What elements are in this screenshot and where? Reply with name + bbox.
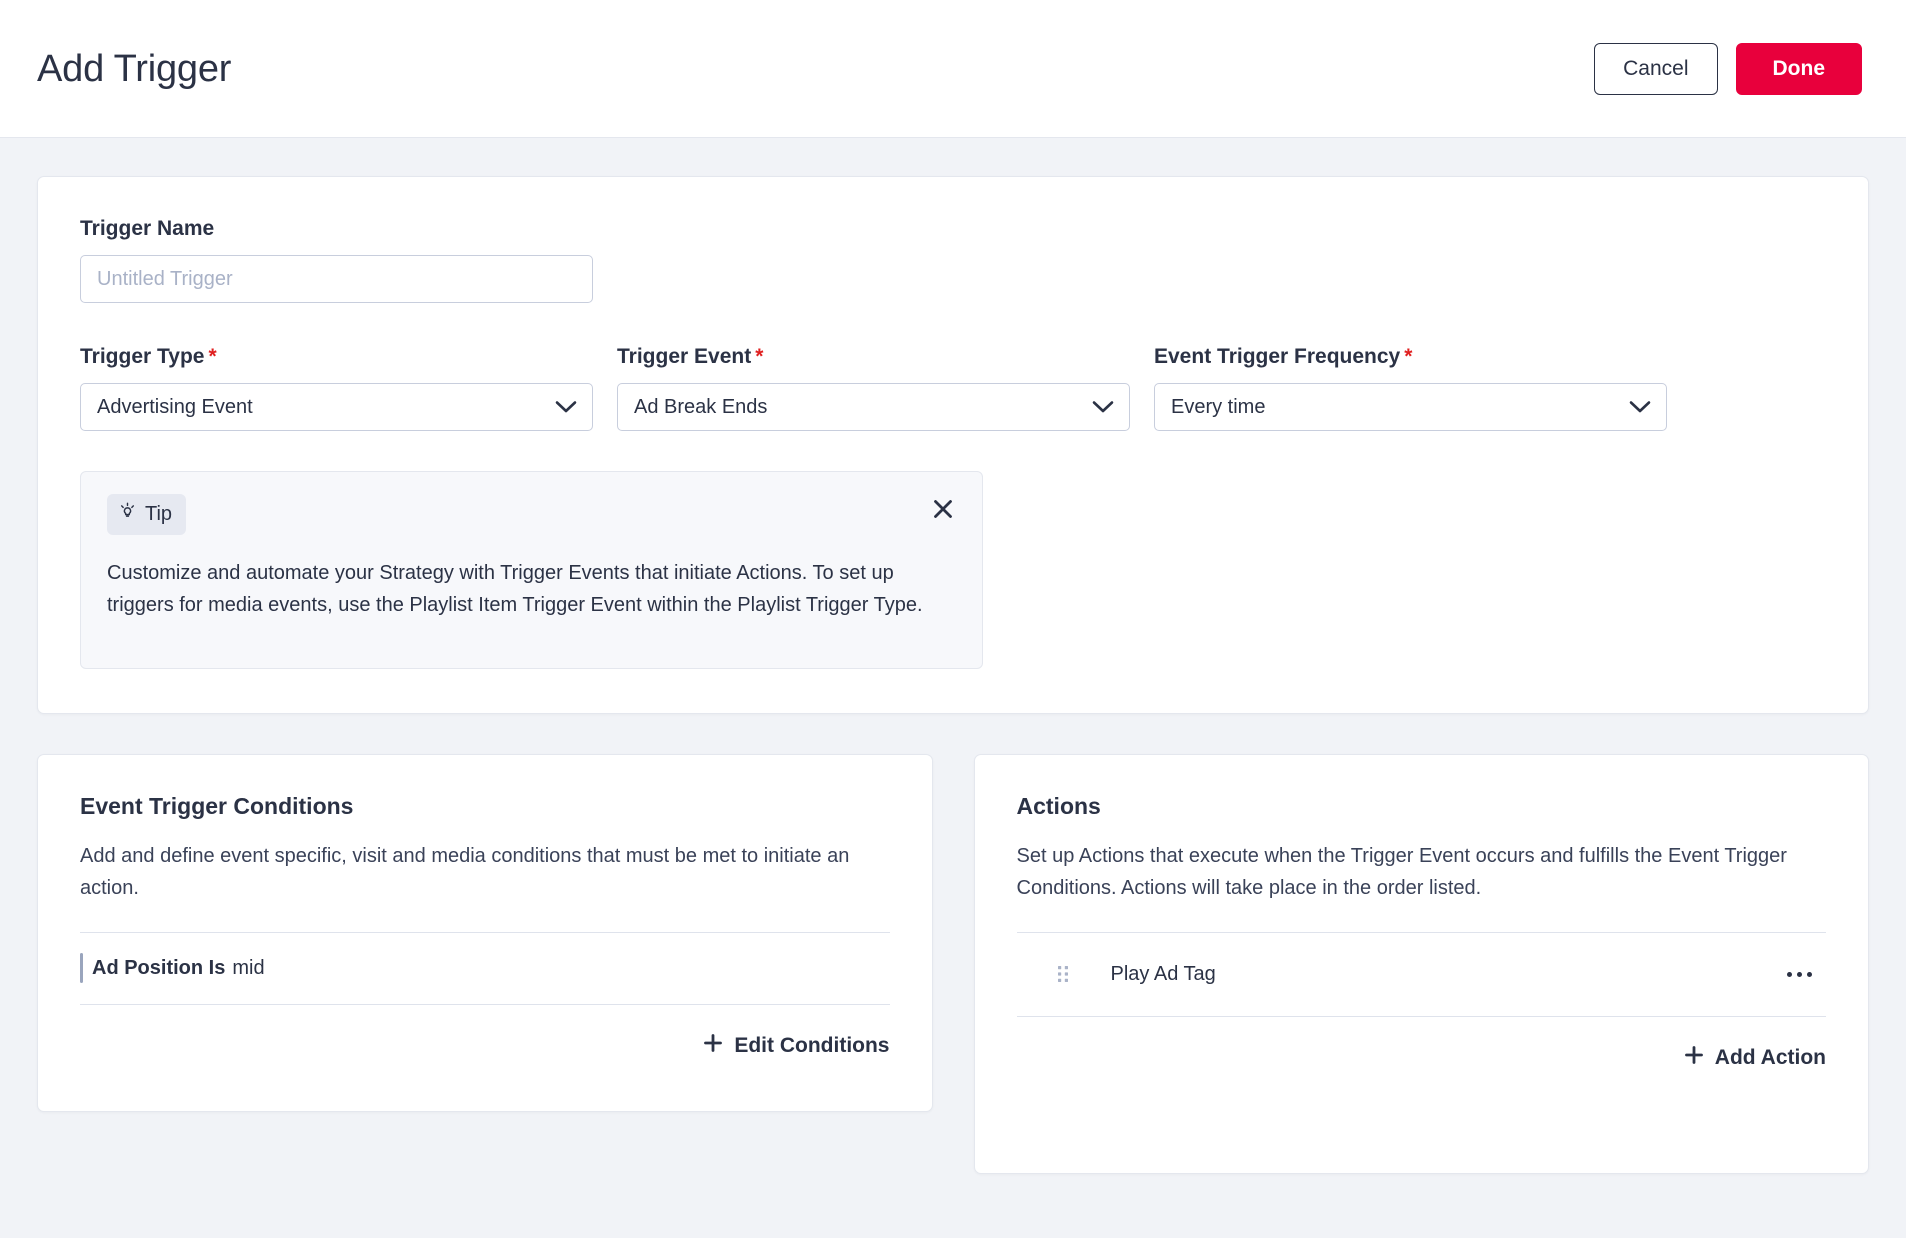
done-button[interactable]: Done	[1735, 42, 1862, 95]
ellipsis-icon[interactable]	[1779, 964, 1820, 985]
trigger-type-value: Advertising Event	[97, 395, 253, 418]
event-trigger-frequency-field: Event Trigger Frequency * Every time	[1154, 345, 1667, 431]
trigger-event-field: Trigger Event * Ad Break Ends	[617, 345, 1130, 431]
condition-key: Ad Position Is	[92, 956, 226, 979]
add-action-button[interactable]: Add Action	[1684, 1045, 1826, 1071]
event-trigger-conditions-card: Event Trigger Conditions Add and define …	[37, 753, 933, 1112]
plus-icon	[703, 1033, 723, 1059]
conditions-inner: Event Trigger Conditions Add and define …	[38, 755, 932, 1005]
add-action-label: Add Action	[1714, 1045, 1826, 1069]
event-trigger-frequency-label-text: Event Trigger Frequency	[1154, 345, 1401, 368]
conditions-footer: Edit Conditions	[38, 1005, 932, 1059]
edit-conditions-label: Edit Conditions	[734, 1033, 890, 1057]
required-asterisk: *	[755, 345, 764, 368]
actions-description: Set up Actions that execute when the Tri…	[1016, 844, 1787, 899]
action-label: Play Ad Tag	[1110, 962, 1216, 985]
lower-panels: Event Trigger Conditions Add and define …	[37, 753, 1869, 1174]
actions-card: Actions Set up Actions that execute when…	[973, 753, 1869, 1174]
trigger-event-label: Trigger Event *	[617, 345, 1130, 369]
tip-badge-label: Tip	[145, 503, 173, 525]
trigger-type-label-text: Trigger Type	[80, 345, 205, 368]
trigger-event-label-text: Trigger Event	[617, 345, 752, 368]
event-trigger-frequency-value: Every time	[1171, 395, 1266, 418]
event-trigger-frequency-select-wrap: Every time	[1154, 383, 1667, 431]
required-asterisk: *	[1404, 345, 1413, 368]
trigger-type-select[interactable]: Advertising Event	[80, 383, 593, 431]
close-icon[interactable]	[928, 494, 958, 524]
condition-row[interactable]: Ad Position Is mid	[80, 933, 890, 1005]
trigger-type-select-wrap: Advertising Event	[80, 383, 593, 431]
trigger-event-select[interactable]: Ad Break Ends	[617, 383, 1130, 431]
trigger-config-row: Trigger Type * Advertising Event Trigger …	[80, 345, 1826, 431]
actions-footer: Add Action	[975, 1017, 1869, 1071]
trigger-name-label: Trigger Name	[80, 217, 215, 240]
action-list-item[interactable]: Play Ad Tag	[1016, 933, 1826, 1017]
app-header: Add Trigger Cancel Done	[0, 0, 1906, 138]
header-actions: Cancel Done	[1594, 42, 1862, 95]
tip-text: Customize and automate your Strategy wit…	[107, 562, 923, 617]
condition-accent-bar	[80, 953, 83, 984]
actions-inner: Actions Set up Actions that execute when…	[975, 755, 1869, 1017]
required-asterisk: *	[208, 345, 217, 368]
trigger-details-card: Trigger Name Trigger Type* Advertising E…	[37, 176, 1869, 714]
trigger-type-label: Trigger Type *	[80, 345, 593, 369]
drag-handle-icon[interactable]	[1051, 964, 1075, 984]
conditions-title: Event Trigger Conditions	[80, 792, 354, 819]
cancel-button[interactable]: Cancel	[1594, 42, 1718, 95]
tip-badge: Tip	[107, 494, 187, 535]
event-trigger-frequency-label: Event Trigger Frequency *	[1154, 345, 1667, 369]
trigger-name-input[interactable]	[80, 255, 593, 303]
event-trigger-frequency-select[interactable]: Every time	[1154, 383, 1667, 431]
edit-conditions-button[interactable]: Edit Conditions	[703, 1033, 890, 1059]
trigger-event-select-wrap: Ad Break Ends	[617, 383, 1130, 431]
lightbulb-icon	[118, 502, 137, 527]
conditions-description: Add and define event specific, visit and…	[80, 844, 850, 899]
page-body: Trigger Name Trigger Type* Advertising E…	[0, 138, 1906, 1174]
trigger-type-field: Trigger Type * Advertising Event	[80, 345, 593, 431]
tip-banner: Tip Customize and automate your Strategy…	[80, 471, 983, 669]
page-title: Add Trigger	[37, 47, 232, 90]
trigger-event-value: Ad Break Ends	[634, 395, 768, 418]
actions-title: Actions	[1016, 792, 1101, 819]
plus-icon	[1684, 1045, 1704, 1071]
condition-value: mid	[232, 956, 265, 979]
